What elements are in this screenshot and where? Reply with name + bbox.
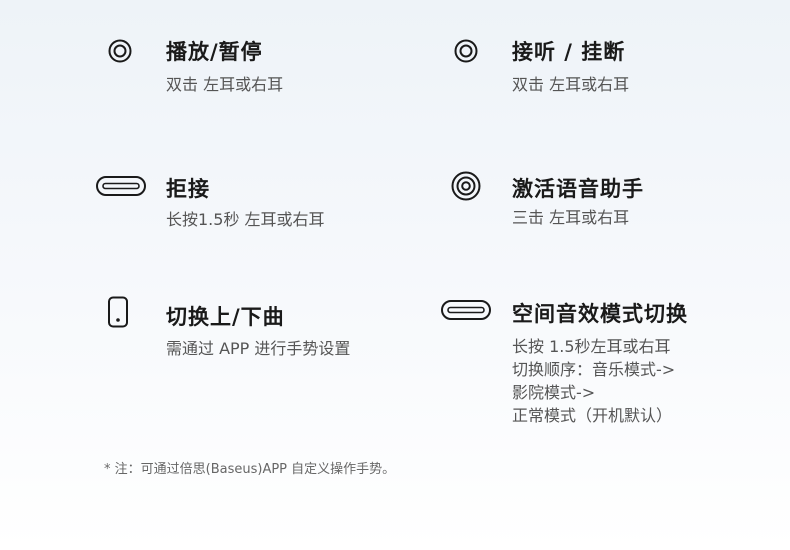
feature-desc: 双击 左耳或右耳	[166, 75, 284, 94]
feature-title: 接听 / 挂断	[512, 40, 626, 64]
capsule-icon	[441, 300, 491, 320]
feature-desc-line: 长按 1.5秒左耳或右耳	[512, 337, 671, 356]
triple-circle-icon	[451, 171, 481, 201]
feature-title: 播放/暂停	[166, 40, 263, 64]
feature-desc-line: 切换顺序：音乐模式->	[512, 360, 676, 379]
feature-desc: 三击 左耳或右耳	[512, 208, 630, 227]
feature-desc: 双击 左耳或右耳	[512, 75, 630, 94]
double-circle-icon	[108, 39, 132, 63]
feature-desc: 需通过 APP 进行手势设置	[166, 339, 351, 358]
feature-title: 拒接	[166, 177, 210, 201]
feature-title: 激活语音助手	[512, 177, 644, 201]
feature-title: 切换上/下曲	[166, 305, 285, 329]
feature-desc-line: 正常模式（开机默认）	[512, 406, 673, 425]
feature-desc: 长按1.5秒 左耳或右耳	[166, 210, 325, 229]
footnote: * 注：可通过倍思(Baseus)APP 自定义操作手势。	[104, 462, 396, 477]
double-circle-icon	[454, 39, 478, 63]
feature-title: 空间音效模式切换	[512, 302, 688, 326]
capsule-icon	[96, 176, 146, 196]
phone-icon	[108, 296, 128, 328]
feature-desc-line: 影院模式->	[512, 383, 596, 402]
